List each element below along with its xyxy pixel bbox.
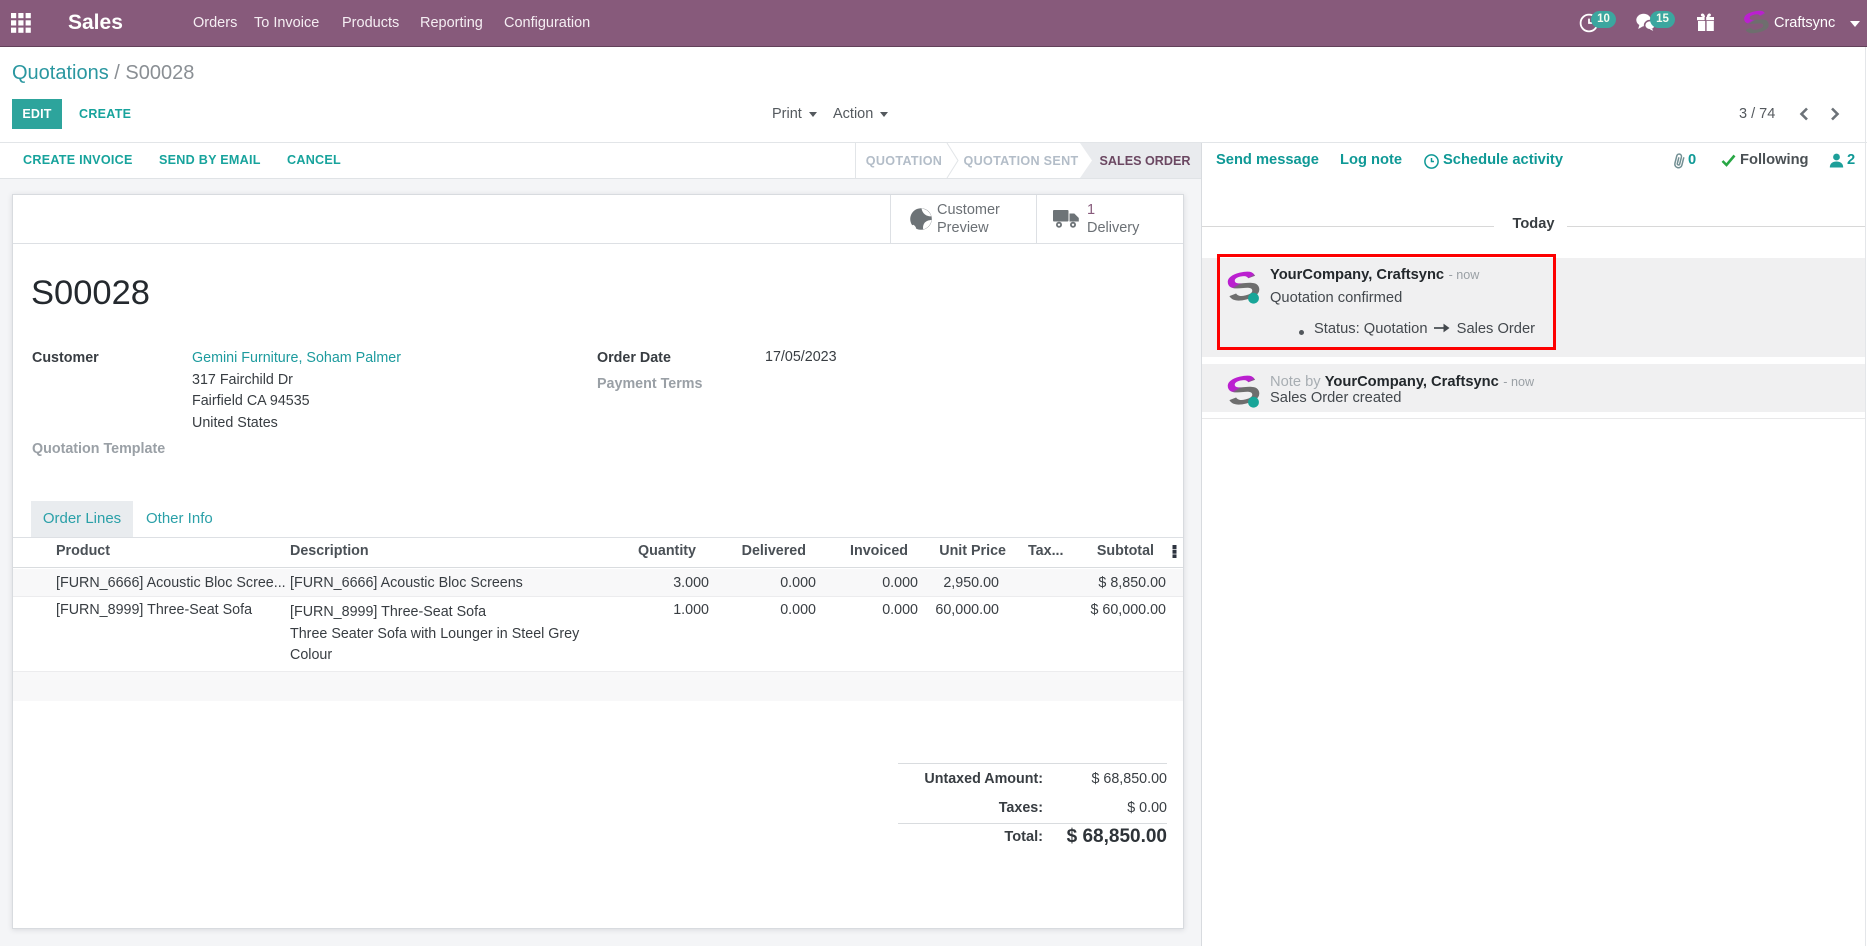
svg-text:SALES ORDER: SALES ORDER [1100, 154, 1191, 168]
svg-text:QUOTATION: QUOTATION [866, 154, 942, 168]
svg-text:QUOTATION SENT: QUOTATION SENT [964, 154, 1079, 168]
